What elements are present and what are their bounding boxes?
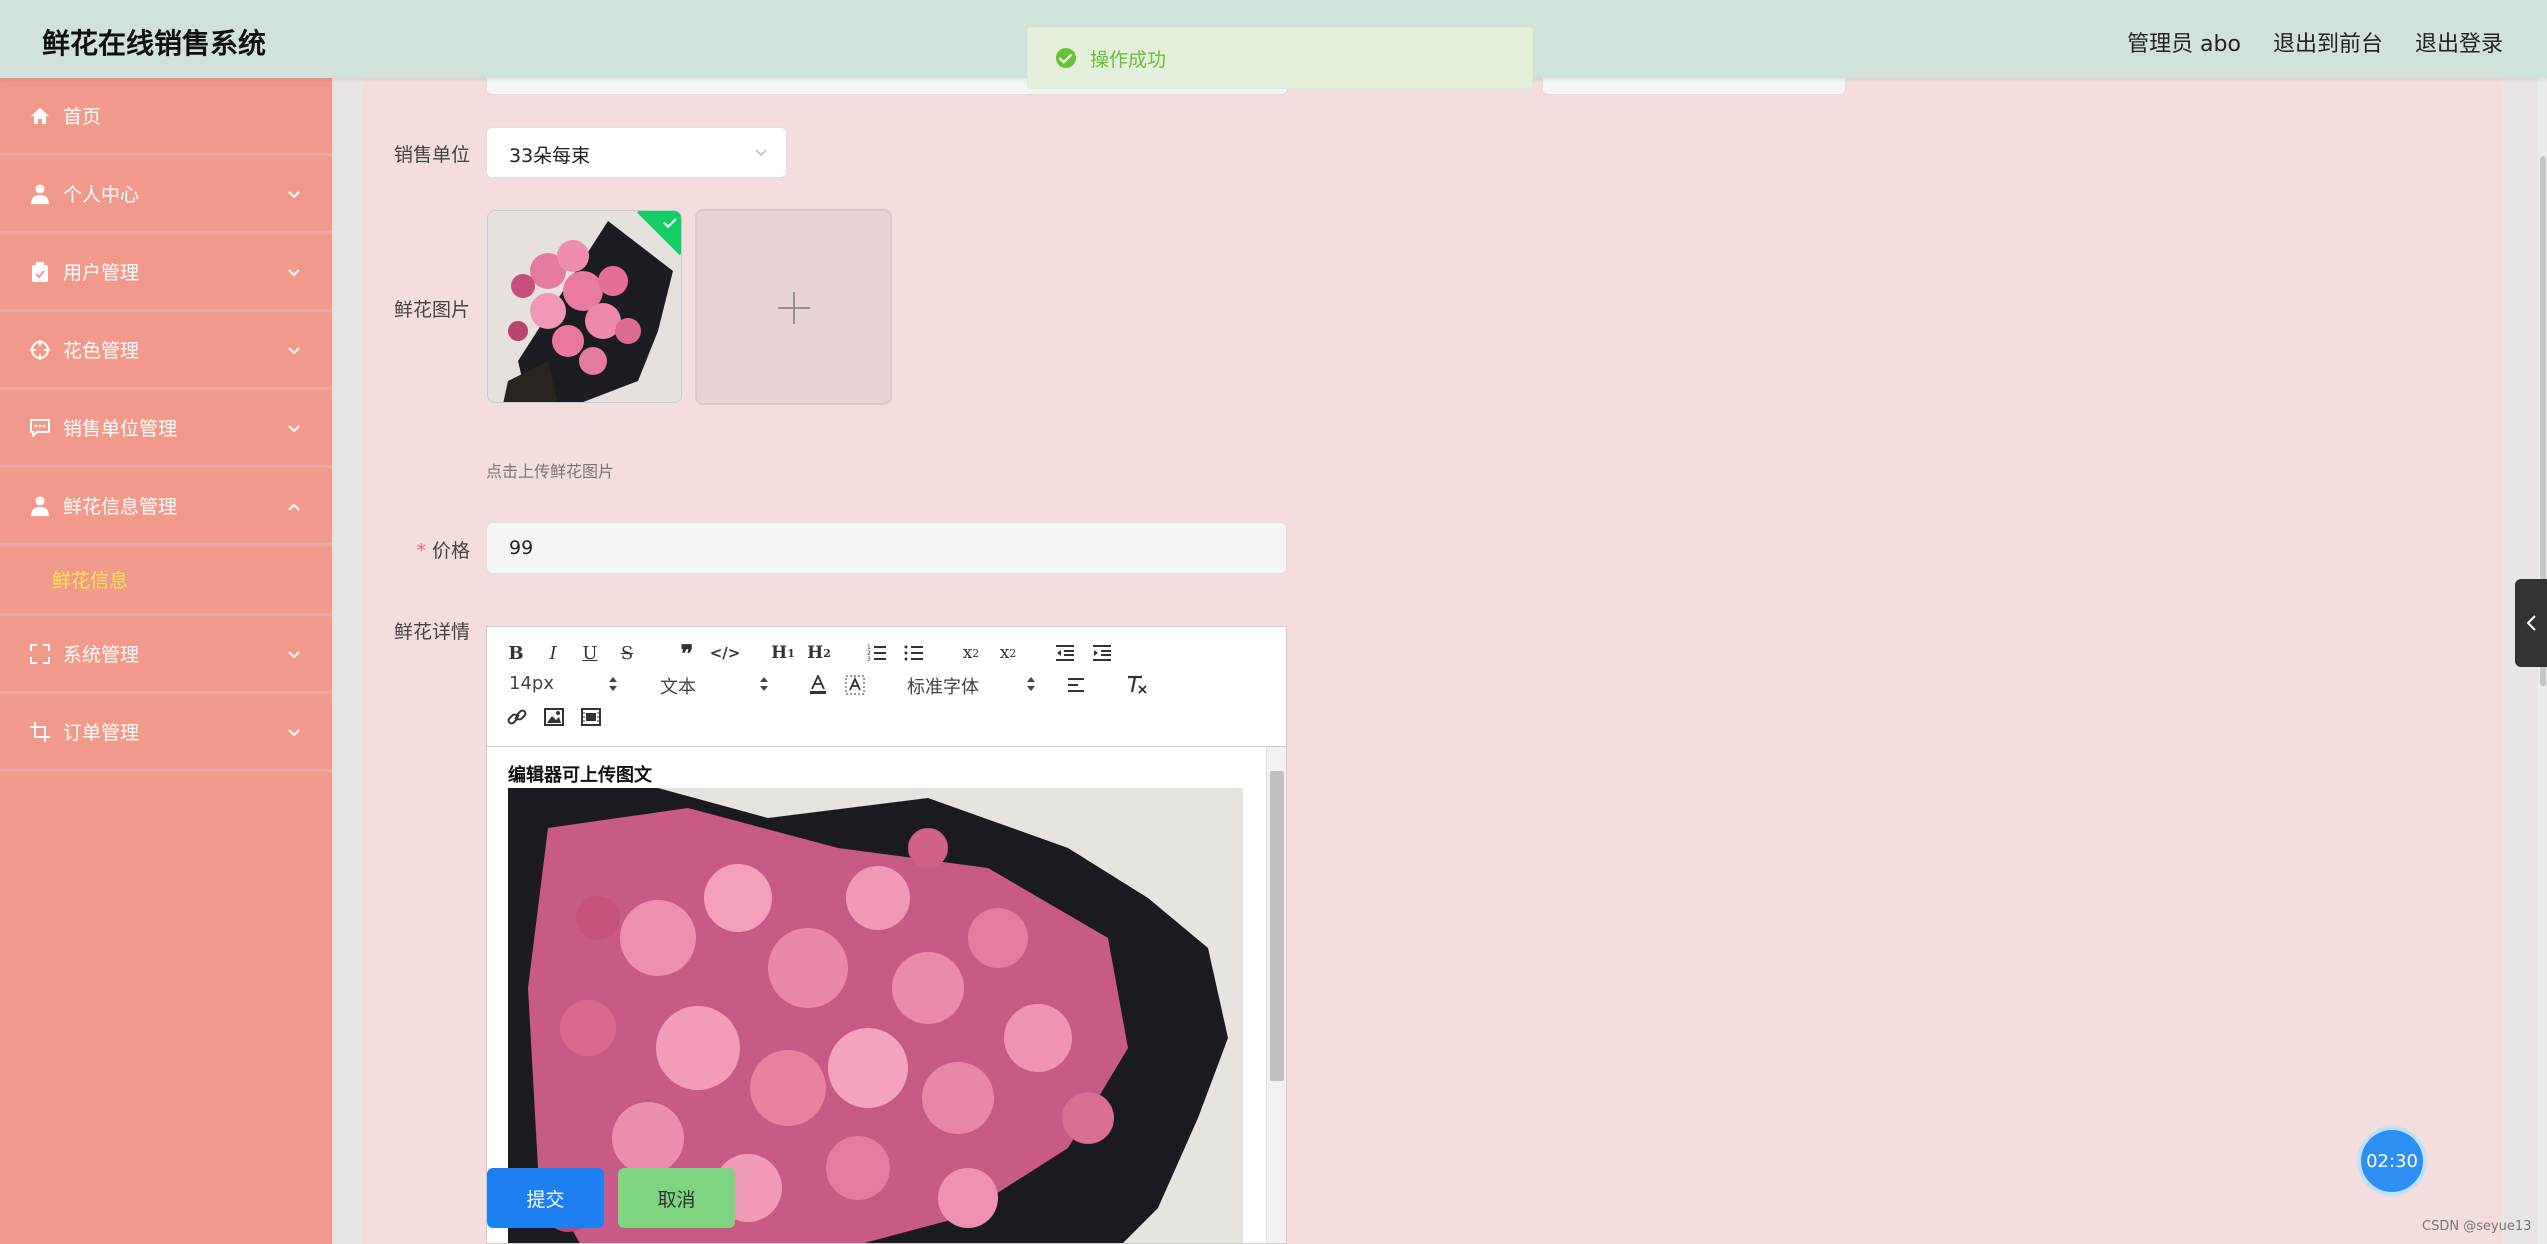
sidebar-item-label: 个人中心 bbox=[63, 184, 140, 206]
sidebar-item-label: 用户管理 bbox=[63, 262, 140, 284]
sidebar-item-personal[interactable]: 个人中心 bbox=[0, 156, 332, 234]
price-label-text: 价格 bbox=[431, 540, 470, 562]
sidebar-item-label: 花色管理 bbox=[63, 340, 140, 362]
clipboard-icon bbox=[30, 261, 50, 282]
clear-format-icon[interactable] bbox=[1125, 671, 1149, 699]
sidebar: 首页 个人中心 用户管理 花色管理 销售单位管理 鲜花信息管理 鲜花信息 系统管… bbox=[0, 78, 332, 1244]
sidebar-item-label: 鲜花信息管理 bbox=[63, 496, 178, 518]
underline-button[interactable]: U bbox=[579, 639, 601, 667]
app-title: 鲜花在线销售系统 bbox=[42, 27, 267, 60]
unit-select-value: 33朵每束 bbox=[509, 145, 591, 167]
strikethrough-button[interactable]: S bbox=[616, 639, 638, 667]
font-family-select[interactable]: 标准字体 bbox=[907, 673, 1037, 699]
submit-button[interactable]: 提交 bbox=[487, 1168, 604, 1228]
outdent-icon[interactable] bbox=[1053, 639, 1077, 667]
italic-button[interactable]: I bbox=[542, 639, 564, 667]
updown-icon bbox=[609, 677, 617, 691]
plus-icon-vertical bbox=[793, 292, 795, 324]
bullet-list-icon[interactable] bbox=[902, 639, 926, 667]
sidebar-item-label: 系统管理 bbox=[63, 644, 140, 666]
video-insert-icon[interactable] bbox=[579, 703, 603, 731]
sidebar-item-flower-info-manage[interactable]: 鲜花信息管理 bbox=[0, 468, 332, 546]
crop-icon bbox=[30, 721, 50, 742]
toast-message: 操作成功 bbox=[1090, 48, 1167, 71]
sidebar-item-label: 销售单位管理 bbox=[63, 418, 178, 440]
chevron-up-icon bbox=[287, 499, 301, 513]
watermark: CSDN @seyue13 bbox=[2422, 1219, 2532, 1234]
header-2-button[interactable]: H2 bbox=[805, 639, 833, 667]
home-icon bbox=[30, 106, 50, 126]
sidebar-item-system[interactable]: 系统管理 bbox=[0, 616, 332, 694]
chevron-down-icon bbox=[287, 421, 301, 435]
logout-link[interactable]: 退出登录 bbox=[2415, 26, 2503, 58]
sidebar-item-label: 订单管理 bbox=[63, 722, 140, 744]
font-color-icon[interactable] bbox=[807, 671, 829, 699]
user-icon bbox=[30, 184, 50, 204]
updown-icon bbox=[1027, 677, 1035, 691]
unit-select[interactable]: 33朵每束 bbox=[486, 127, 787, 178]
chevron-down-icon bbox=[287, 187, 301, 201]
editor-caption: 编辑器可上传图文 bbox=[508, 765, 652, 786]
editor-content[interactable]: 编辑器可上传图文 bbox=[487, 747, 1266, 1243]
bold-button[interactable]: B bbox=[505, 639, 527, 667]
side-collapse-tab[interactable] bbox=[2515, 579, 2547, 667]
editor-toolbar: B I U S ❞ </> H1 H2 123 x2 x2 14px 文本 标准… bbox=[487, 627, 1286, 747]
image-label: 鲜花图片 bbox=[393, 299, 470, 321]
image-insert-icon[interactable] bbox=[542, 703, 566, 731]
sidebar-item-users[interactable]: 用户管理 bbox=[0, 234, 332, 312]
indent-icon[interactable] bbox=[1090, 639, 1114, 667]
chevron-down-icon bbox=[287, 725, 301, 739]
subscript-button[interactable]: x2 bbox=[957, 639, 985, 667]
sidebar-item-orders[interactable]: 订单管理 bbox=[0, 694, 332, 772]
editor-scrollbar[interactable] bbox=[1266, 747, 1286, 1243]
left-gutter bbox=[332, 78, 362, 1244]
target-icon bbox=[30, 339, 50, 360]
svg-text:3: 3 bbox=[867, 656, 871, 662]
block-format-value: 文本 bbox=[660, 677, 696, 698]
link-icon[interactable] bbox=[505, 703, 529, 731]
sidebar-item-label: 首页 bbox=[63, 106, 102, 128]
detail-label: 鲜花详情 bbox=[393, 621, 470, 643]
admin-name[interactable]: 管理员 abo bbox=[2127, 26, 2241, 58]
chevron-down-icon bbox=[287, 343, 301, 357]
sidebar-item-home[interactable]: 首页 bbox=[0, 78, 332, 156]
code-block-icon[interactable]: </> bbox=[710, 639, 741, 667]
chevron-down-icon bbox=[287, 647, 301, 661]
superscript-button[interactable]: x2 bbox=[994, 639, 1022, 667]
flower-bouquet-image bbox=[488, 211, 681, 402]
price-input[interactable] bbox=[486, 522, 1287, 574]
font-size-select[interactable]: 14px bbox=[509, 673, 619, 694]
align-icon[interactable] bbox=[1065, 671, 1087, 699]
header-actions: 管理员 abo 退出到前台 退出登录 bbox=[2127, 26, 2503, 58]
exit-to-front-link[interactable]: 退出到前台 bbox=[2273, 26, 2383, 58]
updown-icon bbox=[760, 677, 768, 691]
upload-tip: 点击上传鲜花图片 bbox=[486, 462, 615, 481]
chat-icon bbox=[30, 418, 50, 438]
block-format-select[interactable]: 文本 bbox=[660, 673, 770, 699]
blockquote-icon[interactable]: ❞ bbox=[675, 639, 699, 668]
sidebar-item-colors[interactable]: 花色管理 bbox=[0, 312, 332, 390]
header-1-button[interactable]: H1 bbox=[769, 639, 797, 667]
ordered-list-icon[interactable]: 123 bbox=[865, 639, 889, 667]
background-color-icon[interactable] bbox=[844, 671, 866, 699]
success-toast: 操作成功 bbox=[1027, 27, 1533, 89]
chevron-down-icon bbox=[754, 144, 768, 158]
unit-label: 销售单位 bbox=[393, 144, 470, 166]
image-upload-button[interactable] bbox=[695, 209, 892, 405]
font-size-value: 14px bbox=[509, 673, 554, 694]
user-icon bbox=[30, 496, 50, 516]
success-check-icon bbox=[1056, 48, 1076, 68]
rich-text-editor: B I U S ❞ </> H1 H2 123 x2 x2 14px 文本 标准… bbox=[486, 626, 1287, 1244]
uploaded-flower-thumbnail[interactable] bbox=[487, 210, 682, 403]
chevron-down-icon bbox=[287, 265, 301, 279]
fullscreen-icon bbox=[30, 643, 50, 664]
recording-timer[interactable]: 02:30 bbox=[2361, 1130, 2423, 1192]
editor-scroll-thumb[interactable] bbox=[1270, 771, 1284, 1081]
sidebar-subitem-flower-info[interactable]: 鲜花信息 bbox=[0, 546, 332, 616]
chevron-left-icon bbox=[2526, 615, 2536, 631]
cancel-button[interactable]: 取消 bbox=[618, 1168, 735, 1228]
price-label: * 价格 bbox=[416, 540, 470, 562]
sidebar-item-sale-units[interactable]: 销售单位管理 bbox=[0, 390, 332, 468]
font-family-value: 标准字体 bbox=[907, 677, 979, 698]
